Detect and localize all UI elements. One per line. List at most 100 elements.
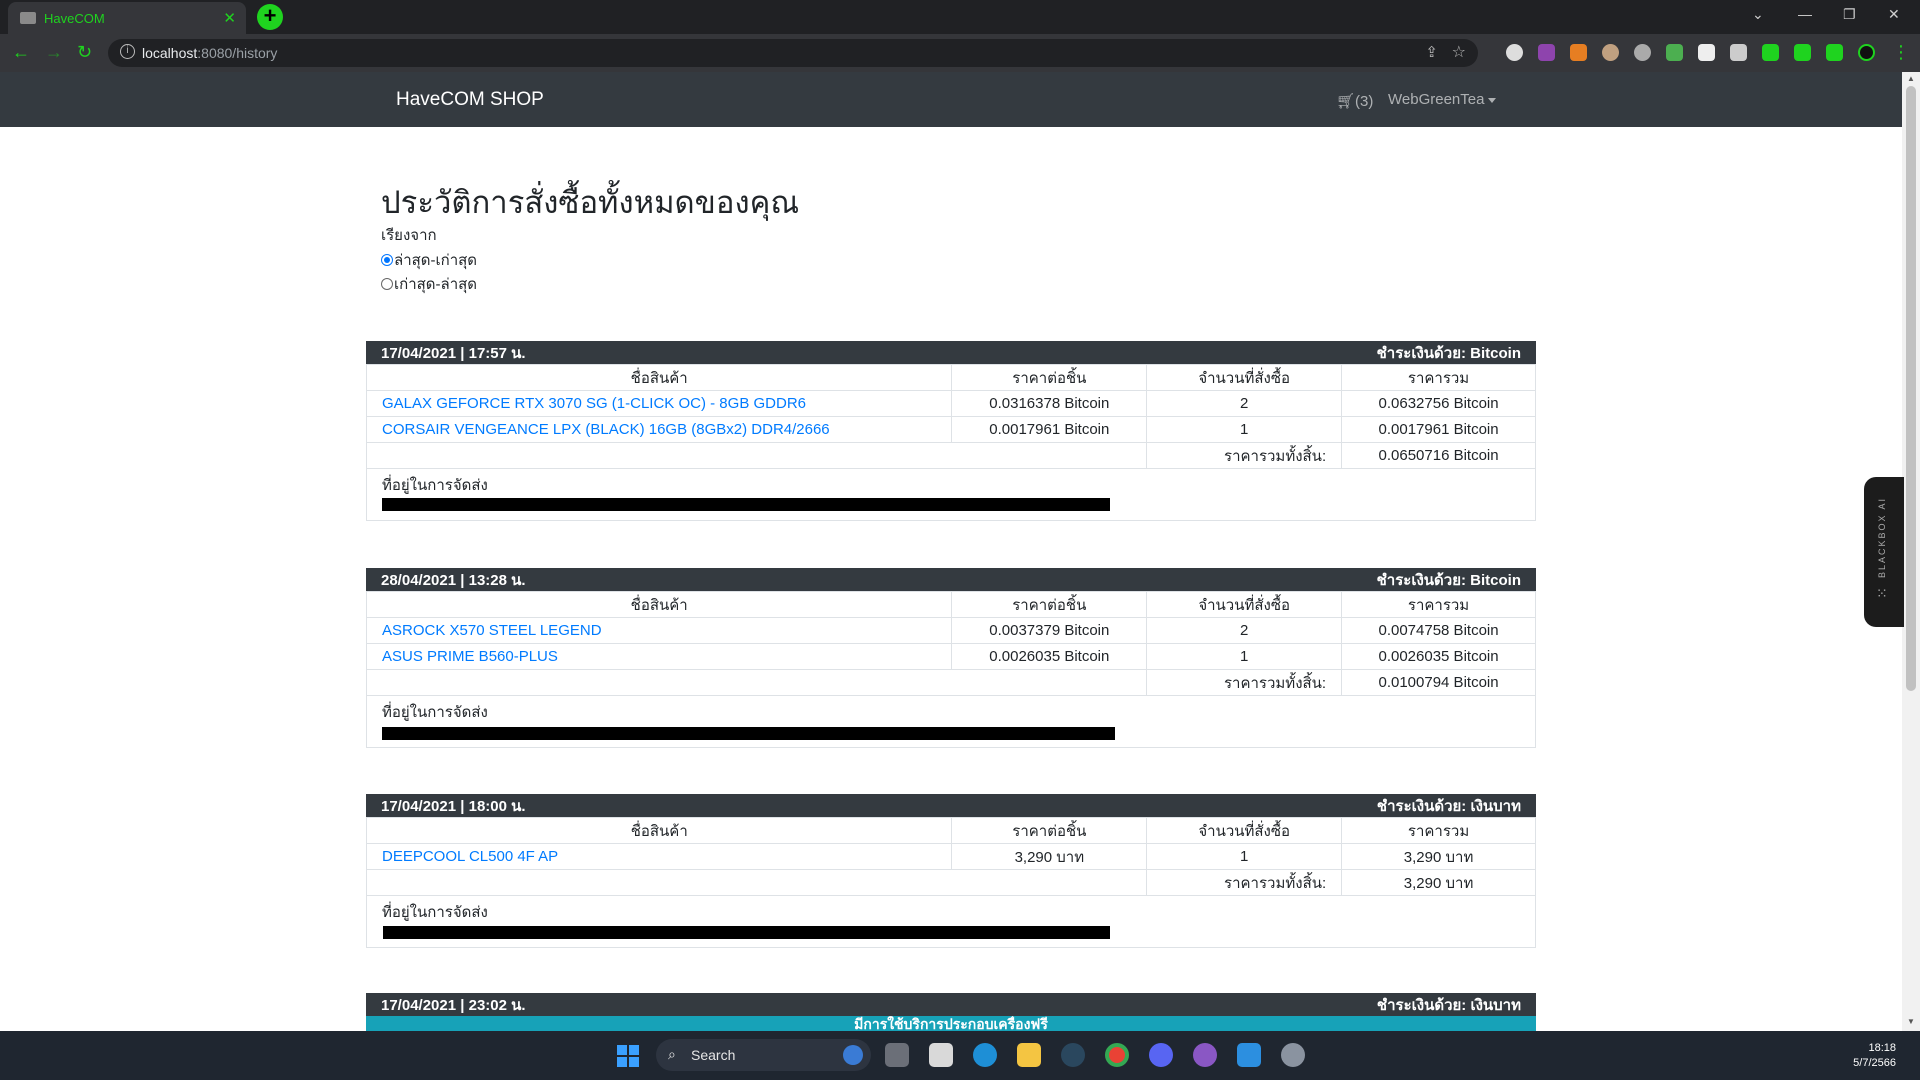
new-tab-button[interactable]: + [257, 4, 283, 30]
favicon-icon [20, 12, 36, 24]
close-window-icon[interactable]: ✕ [1888, 6, 1900, 23]
redacted-address [383, 926, 1110, 939]
forward-icon[interactable]: → [45, 42, 63, 63]
browser-tab[interactable]: HaveCOM ✕ [8, 2, 246, 34]
tab-title: HaveCOM [44, 11, 105, 26]
extension-icon[interactable] [1666, 44, 1683, 61]
table-header-row: ชื่อสินค้า ราคาต่อชิ้น จำนวนที่สั่งซื้อ … [365, 364, 1536, 391]
scroll-down-icon[interactable]: ▼ [1907, 1017, 1915, 1026]
profile-avatar[interactable] [1858, 44, 1875, 61]
minimize-icon[interactable]: — [1798, 6, 1812, 22]
table-header-row: ชื่อสินค้า ราคาต่อชิ้น จำนวนที่สั่งซื้อ … [365, 817, 1536, 844]
back-icon[interactable]: ← [12, 42, 30, 63]
order-datetime: 17/04/2021 | 23:02 น. [381, 996, 526, 1014]
total-label: ราคารวมทั้งสิ้น: [1146, 669, 1343, 696]
order-total: 0.0650716 Bitcoin [1341, 442, 1536, 469]
col-header-subtotal: ราคารวม [1341, 364, 1536, 391]
extension-icon[interactable] [1698, 44, 1715, 61]
extension-icon[interactable] [1538, 44, 1555, 61]
radio-oldest[interactable] [381, 278, 393, 290]
col-header-unit-price: ราคาต่อชิ้น [951, 817, 1148, 844]
redacted-address [382, 727, 1115, 740]
product-link[interactable]: CORSAIR VENGEANCE LPX (BLACK) 16GB (8GBx… [382, 421, 830, 438]
task-view-icon[interactable] [885, 1043, 909, 1067]
redacted-address [382, 498, 1110, 511]
start-button[interactable] [617, 1045, 639, 1067]
store-icon[interactable] [929, 1043, 953, 1067]
order-header: 28/04/2021 | 13:28 น. ชำระเงินด้วย: Bitc… [366, 568, 1536, 591]
table-row: CORSAIR VENGEANCE LPX (BLACK) 16GB (8GBx… [365, 416, 1536, 443]
sort-label: เรียงจาก [381, 227, 437, 244]
total-row: ราคารวมทั้งสิ้น: 3,290 บาท [365, 869, 1536, 896]
total-row: ราคารวมทั้งสิ้น: 0.0650716 Bitcoin [365, 442, 1536, 469]
col-header-qty: จำนวนที่สั่งซื้อ [1146, 817, 1343, 844]
sort-option-label: ล่าสุด-เก่าสุด [394, 252, 478, 269]
github-icon[interactable] [1193, 1043, 1217, 1067]
blackbox-label: BLACKBOX AI [1877, 497, 1887, 579]
subtotal: 0.0026035 Bitcoin [1341, 643, 1536, 670]
order-total: 3,290 บาท [1341, 869, 1536, 896]
vscode-icon[interactable] [1237, 1043, 1261, 1067]
quantity: 1 [1146, 843, 1343, 870]
order-table: ชื่อสินค้า ราคาต่อชิ้น จำนวนที่สั่งซื้อ … [365, 817, 1536, 896]
col-header-name: ชื่อสินค้า [365, 817, 953, 844]
product-link[interactable]: ASUS PRIME B560-PLUS [382, 648, 558, 665]
blackbox-dots-icon: ⁙ [1876, 585, 1888, 601]
extension-icon[interactable] [1602, 44, 1619, 61]
settings-gear-icon[interactable] [1281, 1043, 1305, 1067]
share-icon[interactable]: ⇪ [1425, 43, 1438, 61]
radio-newest[interactable] [381, 254, 393, 266]
extension-icon[interactable] [1730, 44, 1747, 61]
empty-cell [365, 669, 1148, 696]
search-icon: ⌕ [668, 1046, 676, 1062]
quantity: 1 [1146, 416, 1343, 443]
blackbox-ai-tab[interactable]: BLACKBOX AI ⁙ [1864, 477, 1904, 627]
sort-option-newest[interactable]: ล่าสุด-เก่าสุด [381, 248, 477, 272]
tab-search-icon[interactable]: ⌄ [1752, 6, 1764, 23]
col-header-name: ชื่อสินค้า [365, 364, 953, 391]
scrollbar-thumb[interactable] [1906, 86, 1916, 691]
steam-icon[interactable] [1061, 1043, 1085, 1067]
puzzle-icon[interactable] [1762, 44, 1779, 61]
cart-link[interactable]: 🛒︎(3) [1336, 92, 1373, 110]
reload-icon[interactable]: ↻ [77, 42, 92, 63]
windows-taskbar: ⌕ Search 18:18 5/7/2566 [0, 1031, 1920, 1080]
scroll-up-icon[interactable]: ▲ [1907, 74, 1915, 83]
page-scrollbar[interactable]: ▲ ▼ [1902, 72, 1920, 1031]
order-datetime: 28/04/2021 | 13:28 น. [381, 571, 526, 589]
site-info-icon[interactable]: i [120, 44, 135, 59]
url-input[interactable]: i localhost:8080/history ⇪ ☆ [108, 39, 1478, 67]
order-card: 17/04/2021 | 17:57 น. ชำระเงินด้วย: Bitc… [365, 341, 1536, 521]
search-label: Search [691, 1047, 736, 1063]
system-clock[interactable]: 18:18 5/7/2566 [1853, 1041, 1896, 1071]
discord-icon[interactable] [1149, 1043, 1173, 1067]
extension-icon[interactable] [1506, 44, 1523, 61]
unit-price: 3,290 บาท [951, 843, 1148, 870]
caret-down-icon [1488, 97, 1497, 103]
unit-price: 0.0316378 Bitcoin [951, 390, 1148, 417]
extension-icon[interactable] [1634, 44, 1651, 61]
metamask-icon[interactable] [1570, 44, 1587, 61]
side-panel-icon[interactable] [1826, 44, 1843, 61]
bookmark-star-icon[interactable]: ☆ [1452, 42, 1466, 62]
file-explorer-icon[interactable] [1017, 1043, 1041, 1067]
total-row: ราคารวมทั้งสิ้น: 0.0100794 Bitcoin [365, 669, 1536, 696]
close-tab-icon[interactable]: ✕ [223, 9, 236, 27]
edge-icon[interactable] [973, 1043, 997, 1067]
brand-link[interactable]: HaveCOM SHOP [396, 89, 544, 111]
restore-icon[interactable]: ❐ [1843, 6, 1856, 23]
table-row: ASROCK X570 STEEL LEGEND 0.0037379 Bitco… [365, 617, 1536, 644]
menu-kebab-icon[interactable]: ⋮ [1892, 42, 1910, 63]
sort-option-oldest[interactable]: เก่าสุด-ล่าสุด [381, 272, 477, 296]
chrome-icon[interactable] [1105, 1043, 1129, 1067]
url-host: localhost [142, 45, 198, 61]
product-link[interactable]: DEEPCOOL CL500 4F AP [382, 848, 558, 865]
taskbar-search[interactable]: ⌕ Search [656, 1039, 871, 1071]
reading-list-icon[interactable] [1794, 44, 1811, 61]
order-header: 17/04/2021 | 18:00 น. ชำระเงินด้วย: เงิน… [366, 794, 1536, 817]
user-dropdown[interactable]: WebGreenTea [1388, 91, 1497, 108]
product-link[interactable]: ASROCK X570 STEEL LEGEND [382, 622, 602, 639]
order-table: ชื่อสินค้า ราคาต่อชิ้น จำนวนที่สั่งซื้อ … [365, 364, 1536, 469]
product-link[interactable]: GALAX GEFORCE RTX 3070 SG (1-CLICK OC) -… [382, 395, 806, 412]
sort-option-label: เก่าสุด-ล่าสุด [394, 276, 478, 293]
